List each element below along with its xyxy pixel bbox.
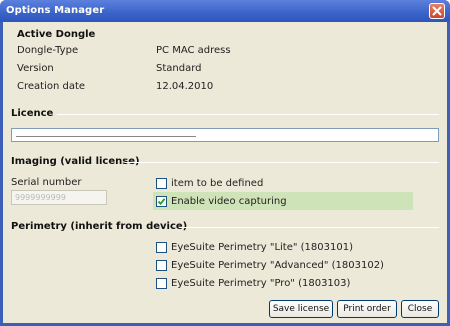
close-window-button[interactable] — [429, 3, 445, 19]
perimetry-pro-label: EyeSuite Perimetry "Pro" (1803103) — [171, 278, 351, 289]
close-button[interactable]: Close — [401, 300, 439, 318]
item-to-be-defined-label: item to be defined — [171, 178, 264, 189]
perimetry-lite-label: EyeSuite Perimetry "Lite" (1803101) — [171, 242, 353, 253]
checkbox-enable-video-capturing[interactable] — [156, 196, 167, 207]
licence-key-field[interactable] — [11, 128, 439, 142]
print-order-button[interactable]: Print order — [337, 300, 397, 318]
creation-date-label: Creation date — [17, 81, 86, 92]
checkbox-item-to-be-defined[interactable] — [156, 178, 167, 189]
perimetry-advanced-label: EyeSuite Perimetry "Advanced" (1803102) — [171, 260, 384, 271]
dongle-type-value: PC MAC adress — [156, 45, 231, 56]
creation-date-value: 12.04.2010 — [156, 81, 214, 92]
options-manager-window: Options Manager Active Dongle Dongle-Typ… — [0, 0, 450, 326]
perimetry-heading: Perimetry (inherit from device) — [11, 221, 188, 232]
save-license-button[interactable]: Save license — [269, 300, 333, 318]
dongle-heading: Active Dongle — [17, 29, 96, 40]
checkbox-perimetry-pro[interactable] — [156, 278, 167, 289]
imaging-separator — [125, 162, 439, 163]
version-value: Standard — [156, 63, 202, 74]
close-x-icon — [432, 6, 442, 16]
dongle-type-label: Dongle-Type — [17, 45, 79, 56]
perimetry-separator — [179, 227, 439, 228]
title-bar[interactable]: Options Manager — [0, 0, 450, 22]
imaging-heading: Imaging (valid license) — [11, 156, 140, 167]
serial-number-field[interactable]: 9999999999 — [11, 190, 107, 205]
licence-separator — [57, 114, 439, 115]
serial-number-label: Serial number — [11, 177, 82, 188]
enable-video-capturing-label: Enable video capturing — [171, 196, 287, 207]
licence-key-masked-text — [16, 136, 196, 137]
dialog-body: Active Dongle Dongle-Type PC MAC adress … — [3, 22, 447, 323]
licence-heading: Licence — [11, 108, 54, 119]
checkbox-perimetry-advanced[interactable] — [156, 260, 167, 271]
checkbox-perimetry-lite[interactable] — [156, 242, 167, 253]
version-label: Version — [17, 63, 54, 74]
window-title: Options Manager — [6, 5, 105, 16]
check-icon — [157, 198, 166, 206]
